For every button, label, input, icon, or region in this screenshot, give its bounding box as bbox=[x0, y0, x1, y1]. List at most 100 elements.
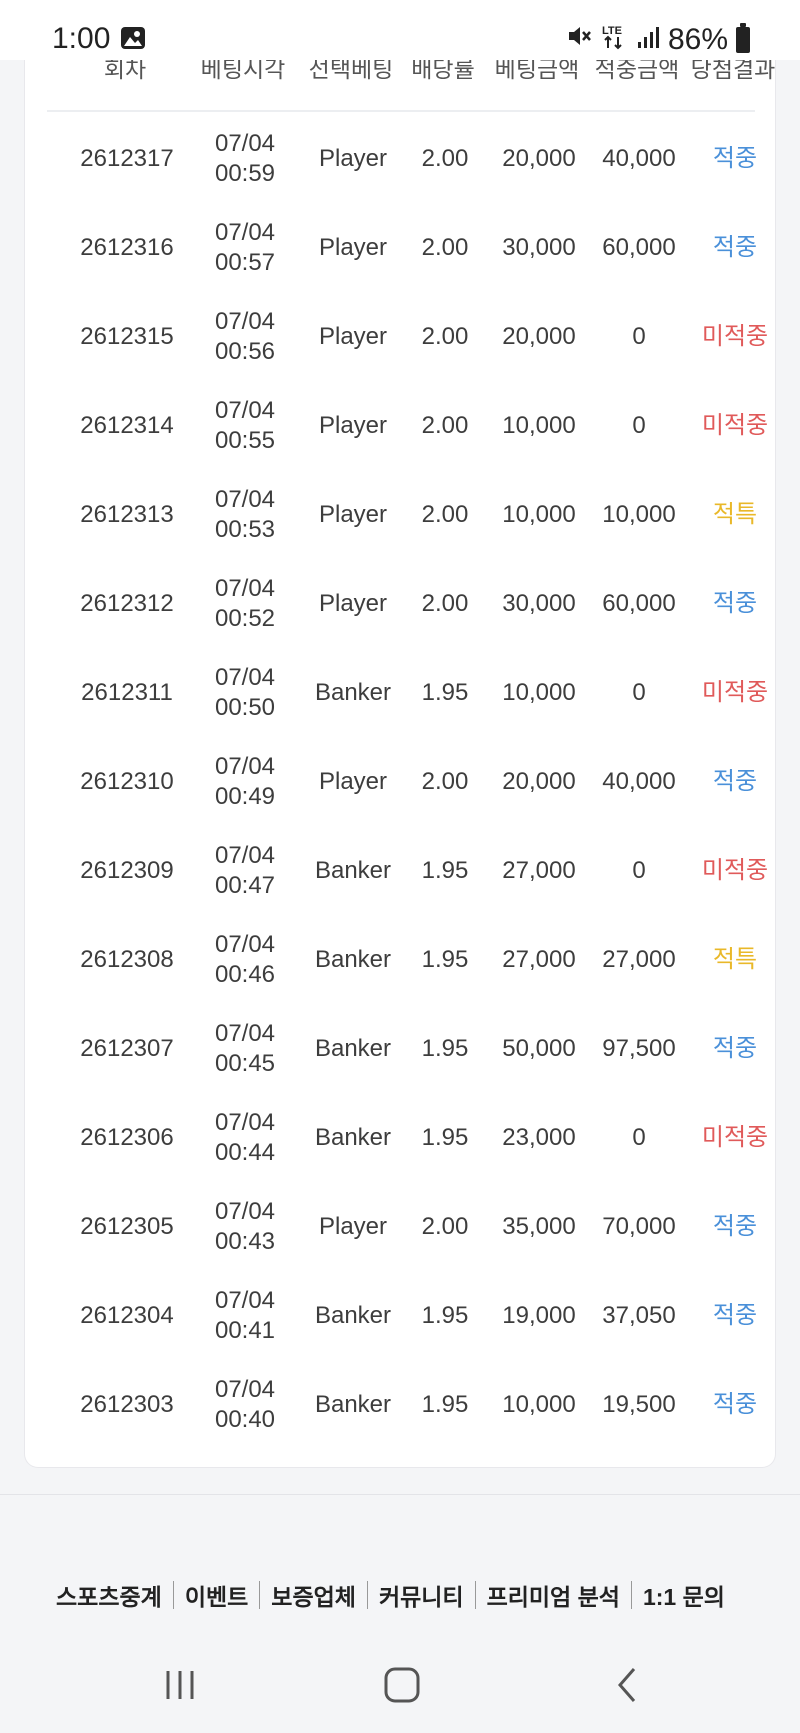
cell-round: 2612303 bbox=[80, 1390, 174, 1418]
svg-text:LTE: LTE bbox=[602, 25, 622, 37]
bet-clock: 00:40 bbox=[214, 1405, 276, 1433]
footer-link[interactable]: 보증업체 bbox=[271, 1578, 356, 1612]
cell-round: 2612315 bbox=[80, 322, 174, 350]
footer-links: 스포츠중계 이벤트 보증업체 커뮤니티 프리미엄 분석 1:1 문의 bbox=[56, 1578, 725, 1612]
cell-odds: 1.95 bbox=[421, 1301, 469, 1329]
bet-clock: 00:45 bbox=[214, 1049, 276, 1077]
cell-odds: 1.95 bbox=[421, 856, 469, 884]
cell-bet-time: 07/04 00:44 bbox=[215, 1108, 275, 1168]
battery-icon bbox=[736, 23, 750, 53]
mute-icon bbox=[566, 23, 592, 57]
cell-bet-amount: 10,000 bbox=[502, 411, 576, 439]
bet-date: 07/04 bbox=[214, 574, 276, 602]
cell-round: 2612308 bbox=[80, 945, 174, 973]
cell-odds: 2.00 bbox=[421, 411, 469, 439]
bet-clock: 00:49 bbox=[214, 782, 276, 810]
footer-divider bbox=[0, 1494, 800, 1495]
cell-round: 2612312 bbox=[80, 589, 174, 617]
bet-clock: 00:47 bbox=[214, 871, 276, 899]
footer-link[interactable]: 스포츠중계 bbox=[56, 1578, 162, 1612]
cell-pick: Banker bbox=[314, 1301, 392, 1329]
cell-win-amount: 10,000 bbox=[602, 500, 676, 528]
bet-date: 07/04 bbox=[214, 1108, 276, 1136]
result-badge: 적특 bbox=[712, 500, 758, 528]
bet-clock: 00:59 bbox=[214, 159, 276, 187]
table-row: 2612310 07/04 00:49 Player 2.00 20,000 40,000 적… bbox=[25, 737, 777, 826]
result-badge: 미적중 bbox=[701, 856, 769, 884]
result-badge: 적중 bbox=[712, 767, 758, 795]
cell-bet-time: 07/04 00:52 bbox=[215, 574, 275, 634]
cell-win-amount: 40,000 bbox=[602, 144, 676, 172]
table-row: 2612308 07/04 00:46 Banker 1.95 27,000 27,000 적… bbox=[25, 915, 777, 1004]
table-row: 2612305 07/04 00:43 Player 2.00 35,000 70,000 적… bbox=[25, 1182, 777, 1271]
cell-pick: Player bbox=[318, 500, 388, 528]
cell-odds: 2.00 bbox=[421, 144, 469, 172]
cell-odds: 2.00 bbox=[421, 767, 469, 795]
battery-percent: 86% bbox=[667, 23, 728, 56]
table-row: 2612303 07/04 00:40 Banker 1.95 10,000 19,500 적… bbox=[25, 1360, 777, 1449]
cell-bet-amount: 23,000 bbox=[502, 1123, 576, 1151]
table-row: 2612317 07/04 00:59 Player 2.00 20,000 40,000 적… bbox=[25, 114, 777, 203]
bet-clock: 00:50 bbox=[214, 693, 276, 721]
bet-history-card: 회차 베팅시각 선택베팅 배당률 베팅금액 적중금액 당첨결과 2612317 0… bbox=[24, 0, 776, 1468]
footer-link[interactable]: 프리미엄 분석 bbox=[487, 1578, 620, 1612]
cell-win-amount: 97,500 bbox=[602, 1034, 676, 1062]
cell-pick: Player bbox=[318, 322, 388, 350]
table-row: 2612304 07/04 00:41 Banker 1.95 19,000 37,050 적… bbox=[25, 1271, 777, 1360]
result-badge: 적특 bbox=[712, 945, 758, 973]
bet-date: 07/04 bbox=[214, 1019, 276, 1047]
cell-bet-time: 07/04 00:49 bbox=[215, 752, 275, 812]
result-badge: 미적중 bbox=[701, 322, 769, 350]
bet-date: 07/04 bbox=[214, 485, 276, 513]
cell-pick: Banker bbox=[314, 1034, 392, 1062]
cell-pick: Banker bbox=[314, 945, 392, 973]
cell-odds: 2.00 bbox=[421, 1212, 469, 1240]
bet-clock: 00:56 bbox=[214, 337, 276, 365]
cell-bet-time: 07/04 00:53 bbox=[215, 485, 275, 545]
footer-link[interactable]: 이벤트 bbox=[185, 1578, 248, 1612]
cell-pick: Player bbox=[318, 767, 388, 795]
cell-win-amount: 27,000 bbox=[602, 945, 676, 973]
signal-icon bbox=[636, 23, 660, 57]
cell-round: 2612316 bbox=[80, 233, 174, 261]
cell-pick: Banker bbox=[314, 1123, 392, 1151]
result-badge: 미적중 bbox=[701, 678, 769, 706]
footer-link[interactable]: 1:1 문의 bbox=[643, 1578, 725, 1612]
cell-win-amount: 19,500 bbox=[602, 1390, 676, 1418]
cell-round: 2612317 bbox=[80, 144, 174, 172]
bet-date: 07/04 bbox=[214, 1197, 276, 1225]
cell-round: 2612309 bbox=[80, 856, 174, 884]
page: 회차 베팅시각 선택베팅 배당률 베팅금액 적중금액 당첨결과 2612317 0… bbox=[0, 0, 800, 1733]
cell-win-amount: 0 bbox=[632, 856, 646, 884]
cell-round: 2612307 bbox=[80, 1034, 174, 1062]
result-badge: 미적중 bbox=[701, 411, 769, 439]
cell-bet-amount: 20,000 bbox=[502, 144, 576, 172]
bet-date: 07/04 bbox=[214, 129, 276, 157]
result-badge: 적중 bbox=[712, 144, 758, 172]
cell-bet-amount: 10,000 bbox=[502, 500, 576, 528]
bet-clock: 00:44 bbox=[214, 1138, 276, 1166]
cell-bet-time: 07/04 00:43 bbox=[215, 1197, 275, 1257]
cell-bet-time: 07/04 00:45 bbox=[215, 1019, 275, 1079]
back-icon[interactable] bbox=[598, 1660, 658, 1710]
table-row: 2612315 07/04 00:56 Player 2.00 20,000 0 미적중 bbox=[25, 292, 777, 381]
cell-win-amount: 0 bbox=[632, 322, 646, 350]
cell-win-amount: 60,000 bbox=[602, 589, 676, 617]
table-row: 2612313 07/04 00:53 Player 2.00 10,000 10,000 적… bbox=[25, 470, 777, 559]
cell-pick: Player bbox=[318, 411, 388, 439]
recent-apps-icon[interactable] bbox=[150, 1660, 210, 1710]
footer-link[interactable]: 커뮤니티 bbox=[379, 1578, 464, 1612]
cell-bet-time: 07/04 00:41 bbox=[215, 1286, 275, 1346]
cell-bet-time: 07/04 00:56 bbox=[215, 307, 275, 367]
cell-win-amount: 0 bbox=[632, 678, 646, 706]
cell-bet-amount: 19,000 bbox=[502, 1301, 576, 1329]
cell-bet-amount: 10,000 bbox=[502, 678, 576, 706]
bet-date: 07/04 bbox=[214, 752, 276, 780]
cell-pick: Player bbox=[318, 589, 388, 617]
cell-win-amount: 37,050 bbox=[602, 1301, 676, 1329]
table-row: 2612314 07/04 00:55 Player 2.00 10,000 0 미적중 bbox=[25, 381, 777, 470]
footer-separator bbox=[259, 1581, 261, 1609]
cell-bet-time: 07/04 00:50 bbox=[215, 663, 275, 723]
home-icon[interactable] bbox=[372, 1660, 432, 1710]
bet-clock: 00:41 bbox=[214, 1316, 276, 1344]
